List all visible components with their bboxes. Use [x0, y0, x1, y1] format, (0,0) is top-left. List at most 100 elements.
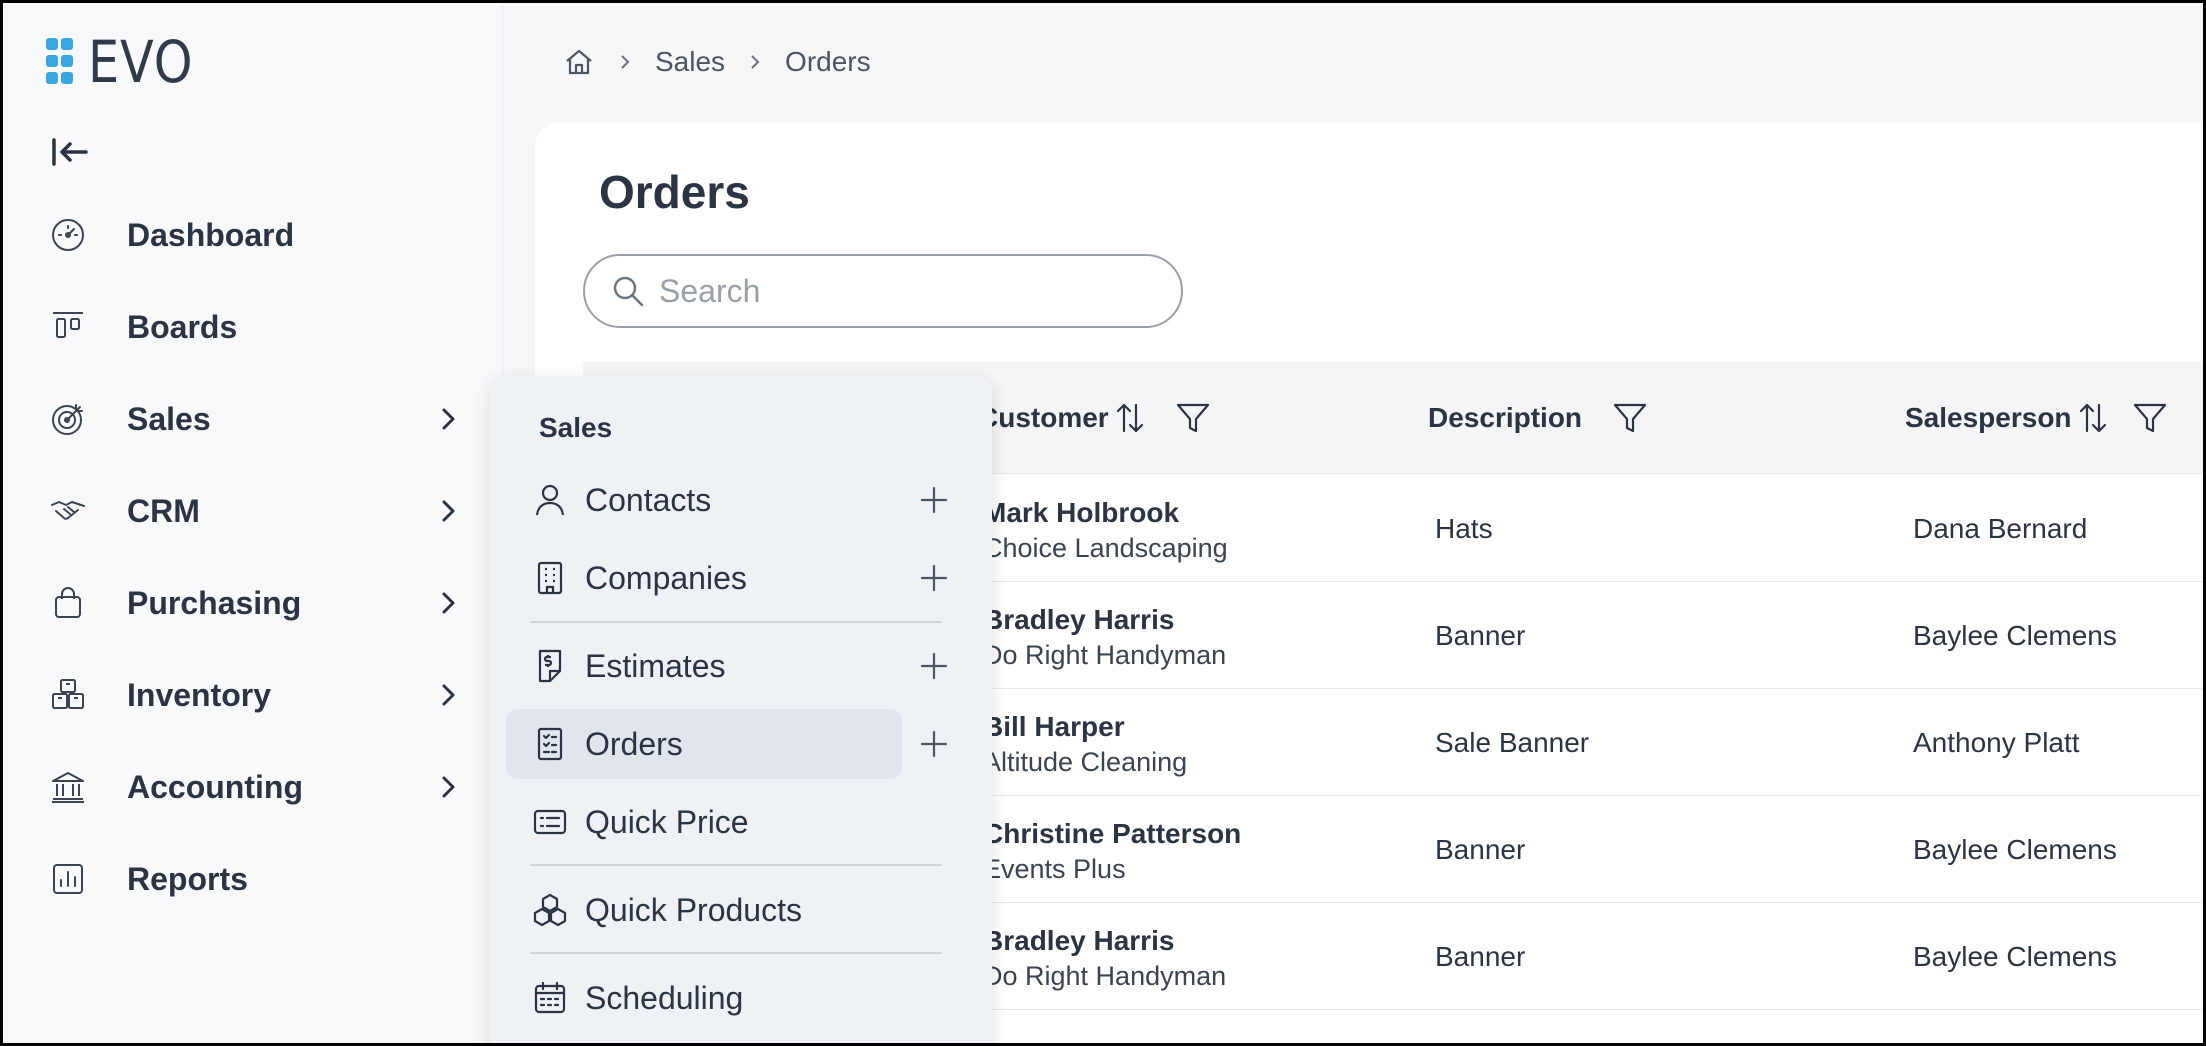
flyout-item-quick-price[interactable]: Quick Price — [506, 787, 956, 857]
breadcrumb-current-orders: Orders — [785, 46, 871, 77]
boards-icon — [50, 309, 86, 345]
chevron-right-icon — [615, 52, 635, 72]
flyout-item-quick-products[interactable]: Quick Products — [506, 875, 956, 945]
chevron-right-icon — [434, 405, 462, 433]
customer-name: Bradley Harris — [983, 604, 1175, 635]
flyout-title: Sales — [539, 412, 613, 443]
customer-name: Mark Holbrook — [983, 497, 1180, 528]
flyout-item-companies[interactable]: Companies — [506, 543, 956, 613]
column-label: Customer — [978, 402, 1109, 433]
sidebar-item-accounting[interactable]: Accounting — [0, 757, 503, 817]
column-header-salesperson[interactable]: Salesperson — [1905, 362, 2168, 474]
price-list-icon — [532, 804, 568, 840]
calendar-icon — [532, 980, 568, 1016]
bank-icon — [50, 769, 86, 805]
sidebar-item-boards[interactable]: Boards — [0, 297, 503, 357]
salesperson-cell: Dana Bernard — [1913, 512, 2088, 544]
sidebar: EVO Dashboard Boards Sales CRM Purchasin… — [0, 0, 503, 1046]
description-cell: Banner — [1435, 940, 1526, 972]
sidebar-item-crm[interactable]: CRM — [0, 481, 503, 541]
search-box[interactable] — [583, 254, 1183, 328]
boxes-icon — [50, 677, 86, 713]
salesperson-cell: Baylee Clemens — [1913, 619, 2117, 651]
customer-company: Choice Landscaping — [983, 533, 1228, 563]
flyout-item-label: Scheduling — [585, 979, 744, 1016]
salesperson-cell: Baylee Clemens — [1913, 940, 2117, 972]
sidebar-item-label: Boards — [127, 308, 238, 345]
sidebar-item-dashboard[interactable]: Dashboard — [0, 205, 503, 265]
flyout-item-label: Companies — [585, 559, 747, 596]
sidebar-item-inventory[interactable]: Inventory — [0, 665, 503, 725]
checklist-icon — [532, 726, 568, 762]
home-icon[interactable] — [563, 46, 595, 78]
handshake-icon — [50, 493, 86, 529]
sidebar-item-label: Purchasing — [127, 584, 302, 621]
flyout-item-scheduling[interactable]: Scheduling — [506, 963, 956, 1033]
add-estimate-button[interactable] — [918, 650, 950, 682]
chart-icon — [50, 861, 86, 897]
flyout-divider — [530, 952, 942, 954]
chevron-right-icon — [434, 497, 462, 525]
column-header-description[interactable]: Description — [1428, 362, 1648, 474]
flyout-item-contacts[interactable]: Contacts — [506, 465, 956, 535]
sidebar-item-label: Sales — [127, 400, 211, 437]
chevron-right-icon — [434, 773, 462, 801]
customer-company: Altitude Cleaning — [983, 747, 1188, 777]
add-order-button[interactable] — [918, 728, 950, 760]
description-cell: Sale Banner — [1435, 726, 1590, 758]
sidebar-item-purchasing[interactable]: Purchasing — [0, 573, 503, 633]
sales-target-icon — [50, 401, 86, 437]
sidebar-item-sales[interactable]: Sales — [0, 389, 503, 449]
sidebar-item-reports[interactable]: Reports — [0, 849, 503, 909]
app-logo[interactable]: EVO — [46, 28, 212, 96]
add-company-button[interactable] — [918, 562, 950, 594]
flyout-divider — [530, 864, 942, 866]
description-cell: Hats — [1435, 512, 1493, 544]
description-cell: Banner — [1435, 619, 1526, 651]
flyout-item-label: Estimates — [585, 647, 726, 684]
filter-icon[interactable] — [2132, 400, 2168, 436]
chevron-right-icon — [434, 589, 462, 617]
shopping-bag-icon — [50, 585, 86, 621]
customer-name: Bradley Harris — [983, 925, 1175, 956]
sort-icon[interactable] — [2078, 401, 2108, 435]
breadcrumb: Sales Orders — [563, 40, 871, 84]
flyout-item-estimates[interactable]: Estimates — [506, 631, 956, 701]
customer-company: Do Right Handyman — [983, 640, 1227, 670]
sidebar-item-label: Reports — [127, 860, 248, 897]
sidebar-item-label: Dashboard — [127, 216, 295, 253]
column-label: Description — [1428, 402, 1583, 433]
page-title: Orders — [599, 166, 750, 218]
sort-icon[interactable] — [1115, 401, 1145, 435]
dashboard-icon — [50, 217, 86, 253]
column-label: Salesperson — [1905, 402, 2072, 433]
flyout-divider — [530, 621, 942, 623]
column-header-customer[interactable]: Customer — [978, 362, 1211, 474]
sidebar-item-label: Inventory — [127, 676, 272, 713]
customer-company: Do Right Handyman — [983, 961, 1227, 991]
flyout-item-orders[interactable]: Orders — [506, 709, 902, 779]
filter-icon[interactable] — [1612, 400, 1648, 436]
salesperson-cell: Anthony Platt — [1913, 726, 2080, 758]
salesperson-cell: Baylee Clemens — [1913, 833, 2117, 865]
search-input[interactable] — [659, 272, 1139, 310]
customer-name: Christine Patterson — [983, 818, 1242, 849]
logo-mark-icon — [46, 34, 84, 90]
flyout-item-label: Contacts — [585, 481, 712, 518]
description-cell: Banner — [1435, 833, 1526, 865]
add-contact-button[interactable] — [918, 484, 950, 516]
cubes-icon — [532, 892, 568, 928]
sidebar-item-label: CRM — [127, 492, 200, 529]
sales-flyout-menu: Sales Contacts Companies Estimates Order… — [490, 376, 992, 1046]
logo-text: EVO — [88, 28, 194, 96]
flyout-item-label: Quick Products — [585, 891, 802, 928]
customer-name: Bill Harper — [983, 711, 1125, 742]
filter-icon[interactable] — [1175, 400, 1211, 436]
flyout-item-label: Quick Price — [585, 803, 749, 840]
customer-company: Events Plus — [983, 854, 1126, 884]
collapse-sidebar-icon[interactable] — [50, 136, 90, 168]
chevron-right-icon — [434, 681, 462, 709]
breadcrumb-link-sales[interactable]: Sales — [655, 46, 725, 78]
estimate-icon — [532, 648, 568, 684]
sidebar-item-label: Accounting — [127, 768, 303, 805]
